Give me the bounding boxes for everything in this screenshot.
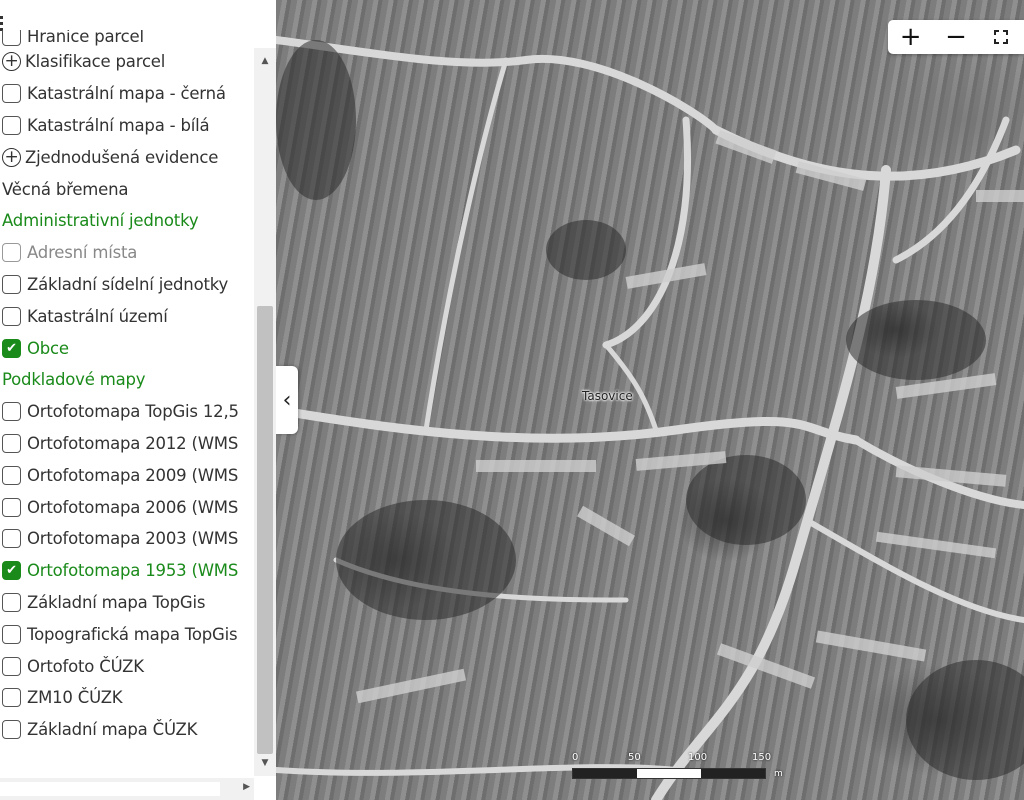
scale-unit: m: [774, 769, 783, 779]
layer-item-ortofoto-cuzk[interactable]: Ortofoto ČÚZK: [0, 650, 254, 682]
layer-label: Adresní místa: [27, 243, 138, 263]
collapse-panel-button[interactable]: ‹: [276, 366, 298, 434]
layer-label: Ortofotomapa 2012 (WMS: [27, 433, 239, 453]
map-view[interactable]: Tasovice + − 0 50 100 150 m: [276, 0, 1024, 800]
layer-item-ortofotomapa-2006[interactable]: Ortofotomapa 2006 (WMS: [0, 491, 254, 523]
layer-label: Ortofotomapa 2009 (WMS: [27, 465, 239, 485]
scrollbar-thumb[interactable]: [257, 306, 273, 754]
checkbox-checked[interactable]: [2, 561, 21, 581]
layer-label: Katastrální mapa - bílá: [27, 115, 210, 135]
chevron-left-icon: ‹: [282, 387, 292, 413]
layer-group-zjednodusena-evidence[interactable]: + Zjednodušená evidence: [0, 141, 254, 173]
fullscreen-button[interactable]: [979, 20, 1024, 54]
layer-item-katastralni-mapa-bila[interactable]: Katastrální mapa - bílá: [0, 110, 254, 142]
checkbox[interactable]: [2, 720, 21, 740]
checkbox-checked[interactable]: [2, 338, 21, 358]
layer-label: Ortofotomapa 2006 (WMS: [27, 497, 239, 517]
checkbox[interactable]: [2, 529, 21, 549]
layer-label: Ortofotomapa 1953 (WMS: [27, 561, 239, 581]
scale-tick-150: 150: [752, 752, 772, 763]
checkbox[interactable]: [2, 402, 21, 422]
scale-bar: 0 50 100 150 m: [572, 752, 783, 779]
fullscreen-icon: [994, 30, 1009, 44]
layer-item-katastralni-uzemi[interactable]: Katastrální území: [0, 300, 254, 332]
checkbox[interactable]: [2, 497, 21, 517]
layer-label: Katastrální území: [27, 306, 168, 326]
layer-item-ortofotomapa-2012[interactable]: Ortofotomapa 2012 (WMS: [0, 428, 254, 460]
orthophoto-1953: [276, 36, 1024, 800]
layer-label: Obce: [27, 338, 69, 358]
zoom-control: + −: [888, 20, 1024, 54]
layer-item-ortofotomapa-2009[interactable]: Ortofotomapa 2009 (WMS: [0, 459, 254, 491]
zoom-out-button[interactable]: −: [933, 20, 978, 54]
checkbox[interactable]: [2, 592, 21, 612]
zoom-in-button[interactable]: +: [888, 20, 933, 54]
layer-label: Základní mapa ČÚZK: [27, 720, 198, 740]
group-heading-administrativni-jednotky: Administrativní jednotky: [0, 205, 254, 237]
checkbox[interactable]: [2, 688, 21, 708]
layer-label: Ortofoto ČÚZK: [27, 656, 144, 676]
checkbox[interactable]: [2, 656, 21, 676]
layer-label: Topografická mapa TopGis: [27, 624, 238, 644]
scrollbar-thumb[interactable]: [0, 782, 220, 796]
layer-label: Katastrální mapa - černá: [27, 84, 226, 104]
expand-plus-icon[interactable]: +: [2, 147, 21, 167]
checkbox[interactable]: [2, 624, 21, 644]
layer-item-hranice-parcel[interactable]: Hranice parcel: [0, 30, 254, 46]
checkbox[interactable]: [2, 274, 21, 294]
layer-item-ortofotomapa-2003[interactable]: Ortofotomapa 2003 (WMS: [0, 523, 254, 555]
layer-label: Ortofotomapa TopGis 12,5: [27, 402, 239, 422]
layer-item-topograficka-mapa-topgis[interactable]: Topografická mapa TopGis: [0, 618, 254, 650]
layer-item-vecna-bremena[interactable]: Věcná břemena: [0, 173, 254, 205]
checkbox[interactable]: [2, 30, 21, 46]
layer-label: Klasifikace parcel: [25, 52, 166, 72]
layer-label: Základní mapa TopGis: [27, 592, 206, 612]
scroll-right-icon[interactable]: ▶: [243, 782, 250, 792]
checkbox[interactable]: [2, 115, 21, 135]
layer-list: Hranice parcel + Klasifikace parcel Kata…: [0, 30, 254, 746]
scale-tick-0: 0: [572, 752, 579, 763]
layer-label: Věcná břemena: [2, 179, 129, 199]
layer-group-klasifikace-parcel[interactable]: + Klasifikace parcel: [0, 46, 254, 78]
group-heading-podkladove-mapy: Podkladové mapy: [0, 364, 254, 396]
checkbox[interactable]: [2, 243, 21, 263]
place-label: Tasovice: [582, 389, 633, 403]
checkbox[interactable]: [2, 433, 21, 453]
layer-label: ZM10 ČÚZK: [27, 688, 123, 708]
layer-panel: Hranice parcel + Klasifikace parcel Kata…: [0, 0, 276, 800]
layer-item-zakladni-mapa-cuzk[interactable]: Základní mapa ČÚZK: [0, 714, 254, 746]
expand-plus-icon[interactable]: +: [2, 52, 21, 72]
scale-tick-100: 100: [688, 752, 708, 763]
scroll-down-icon[interactable]: ▼: [254, 754, 276, 772]
horizontal-scrollbar[interactable]: ▶: [0, 778, 254, 800]
group-label: Podkladové mapy: [2, 370, 146, 390]
layer-item-ortofotomapa-topgis[interactable]: Ortofotomapa TopGis 12,5: [0, 396, 254, 428]
layer-item-zm10-cuzk[interactable]: ZM10 ČÚZK: [0, 682, 254, 714]
layer-label: Základní sídelní jednotky: [27, 274, 229, 294]
layer-item-zakladni-sidelni-jednotky[interactable]: Základní sídelní jednotky: [0, 269, 254, 301]
scroll-up-icon[interactable]: ▲: [254, 52, 276, 70]
layer-label: Zjednodušená evidence: [25, 147, 219, 167]
layer-item-katastralni-mapa-cerna[interactable]: Katastrální mapa - černá: [0, 78, 254, 110]
group-label: Administrativní jednotky: [2, 211, 199, 231]
layer-item-ortofotomapa-1953[interactable]: Ortofotomapa 1953 (WMS: [0, 555, 254, 587]
checkbox[interactable]: [2, 84, 21, 104]
vertical-scrollbar[interactable]: ▲ ▼: [254, 48, 276, 776]
layer-item-adresni-mista[interactable]: Adresní místa: [0, 237, 254, 269]
checkbox[interactable]: [2, 306, 21, 326]
scale-tick-50: 50: [628, 752, 641, 763]
layer-item-obce[interactable]: Obce: [0, 332, 254, 364]
layer-item-zakladni-mapa-topgis[interactable]: Základní mapa TopGis: [0, 587, 254, 619]
checkbox[interactable]: [2, 465, 21, 485]
layer-label: Hranice parcel: [27, 30, 144, 46]
layer-label: Ortofotomapa 2003 (WMS: [27, 529, 239, 549]
